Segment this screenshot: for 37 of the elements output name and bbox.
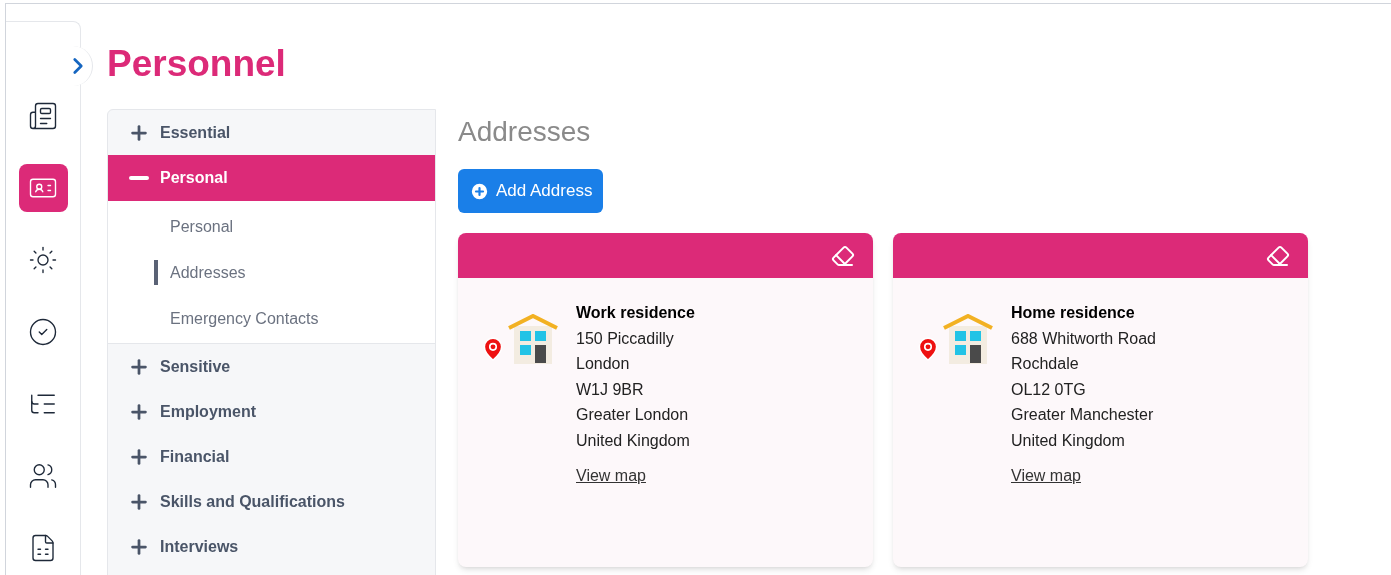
address-line: United Kingdom xyxy=(1011,430,1126,451)
address-line: OL12 0TG xyxy=(1011,379,1087,400)
address-line: 688 Whitworth Road xyxy=(1011,328,1156,349)
menu-section[interactable]: Interviews xyxy=(108,524,435,569)
section-heading: Addresses xyxy=(458,115,592,149)
address-line: London xyxy=(576,354,631,374)
address-line: Greater London xyxy=(576,405,690,425)
view-map-link[interactable]: View map xyxy=(1011,463,1081,489)
plus-circle-icon xyxy=(469,180,490,202)
house-icon xyxy=(943,314,993,366)
address-line: 150 Piccadilly xyxy=(576,328,675,349)
menu-section[interactable]: Financial xyxy=(108,434,435,479)
address-title: Work residence xyxy=(576,303,695,323)
menu-section[interactable]: Employment xyxy=(108,389,435,434)
people-icon xyxy=(28,461,58,491)
address-line: United Kingdom xyxy=(576,430,691,451)
submenu-item[interactable]: Addresses xyxy=(154,259,246,285)
house-icon xyxy=(508,314,558,366)
address-line: Greater Manchester xyxy=(1011,405,1155,425)
address-title: Home residence xyxy=(1011,303,1136,323)
eraser-icon[interactable] xyxy=(831,243,855,268)
submenu-item[interactable]: Emergency Contacts xyxy=(154,305,319,331)
minus-icon xyxy=(129,176,149,180)
sun-icon xyxy=(28,245,58,275)
menu-section[interactable]: Personal xyxy=(108,155,435,201)
address-line: Rochdale xyxy=(1011,354,1080,374)
menu-section[interactable]: Essential xyxy=(108,110,435,155)
check-circle-icon xyxy=(28,317,58,347)
add-address-button[interactable]: Add Address xyxy=(458,169,604,213)
eraser-icon[interactable] xyxy=(1266,243,1290,268)
page-title: Personnel xyxy=(107,42,287,86)
address-line: W1J 9BR xyxy=(576,379,645,400)
menu-section[interactable]: Skills and Qualifications xyxy=(108,479,435,524)
menu-section[interactable]: Sensitive xyxy=(108,344,435,389)
submenu-item[interactable]: Personal xyxy=(154,213,234,239)
report-icon xyxy=(28,101,58,131)
view-map-link[interactable]: View map xyxy=(576,463,646,489)
